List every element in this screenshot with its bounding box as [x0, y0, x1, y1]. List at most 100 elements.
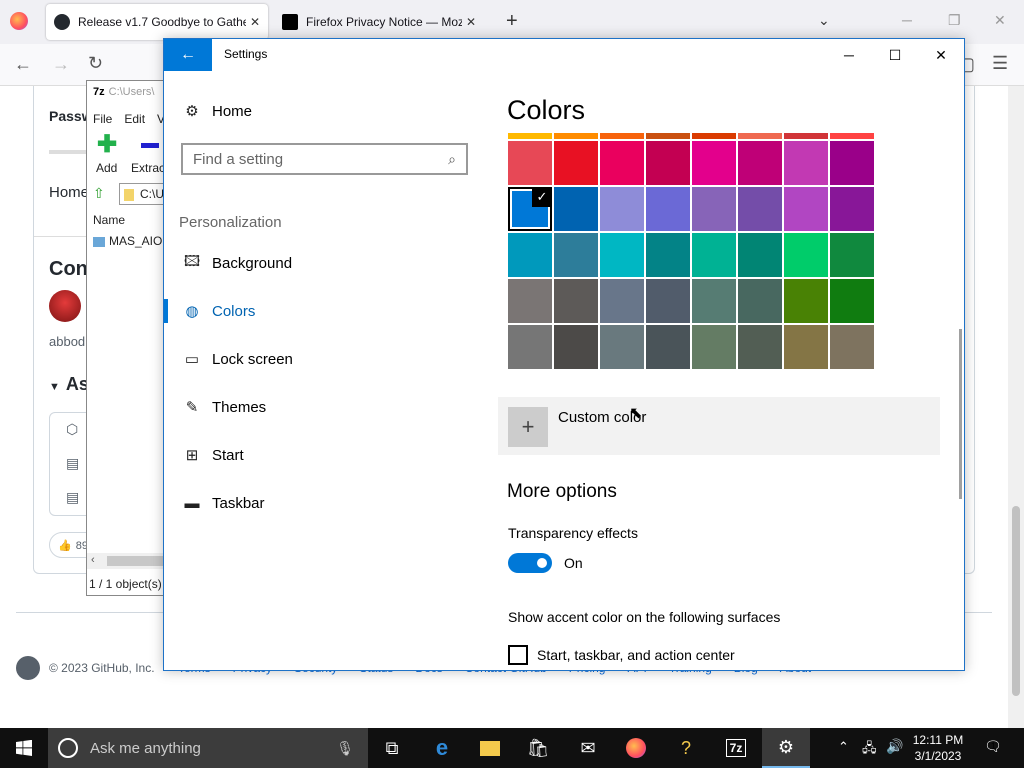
close-icon[interactable]: ✕ — [994, 12, 1006, 29]
page-scrollbar[interactable] — [1008, 86, 1024, 728]
color-swatch[interactable] — [646, 141, 690, 185]
color-swatch[interactable] — [646, 279, 690, 323]
horizontal-scrollbar[interactable]: ‹ — [87, 553, 165, 569]
back-icon[interactable]: ← — [14, 54, 32, 75]
cortana-search-box[interactable]: Ask me anything 🎙 — [48, 728, 368, 768]
7zip-button[interactable]: 7z — [712, 728, 760, 768]
close-tab-icon[interactable]: ✕ — [246, 15, 260, 29]
forward-icon[interactable]: → — [52, 54, 70, 75]
color-swatch[interactable] — [646, 233, 690, 277]
color-swatch[interactable] — [738, 279, 782, 323]
color-swatch[interactable] — [646, 133, 690, 139]
color-swatch[interactable] — [600, 141, 644, 185]
network-icon[interactable]: 🖧 — [862, 739, 877, 761]
nav-taskbar[interactable]: ▬ Taskbar — [164, 479, 464, 527]
color-swatch[interactable] — [830, 279, 874, 323]
volume-icon[interactable]: 🔊 — [886, 738, 903, 755]
start-button[interactable] — [0, 728, 48, 768]
color-swatch[interactable] — [692, 325, 736, 369]
color-swatch[interactable] — [692, 141, 736, 185]
color-swatch[interactable] — [784, 325, 828, 369]
color-swatch[interactable] — [738, 141, 782, 185]
color-swatch[interactable] — [692, 279, 736, 323]
color-swatch[interactable] — [692, 187, 736, 231]
7zip-address-bar[interactable]: C:\U — [119, 183, 169, 205]
search-input[interactable]: Find a setting ⌕ — [181, 143, 468, 175]
color-swatch[interactable] — [508, 133, 552, 139]
show-hidden-icons[interactable]: ⌃ — [838, 739, 849, 755]
color-swatch[interactable] — [554, 279, 598, 323]
color-swatch[interactable] — [600, 233, 644, 277]
nav-background[interactable]: 🖾 Background — [164, 239, 464, 287]
column-header-name[interactable]: Name — [93, 213, 125, 227]
color-swatch[interactable] — [738, 325, 782, 369]
username-fragment[interactable]: abbod — [49, 334, 85, 349]
assets-heading[interactable]: ▼ As — [49, 374, 89, 395]
color-swatch[interactable] — [554, 133, 598, 139]
color-swatch[interactable] — [600, 325, 644, 369]
nav-home[interactable]: ⚙ Home — [164, 87, 464, 135]
scrollbar-thumb[interactable] — [107, 556, 165, 566]
nav-themes[interactable]: ✎ Themes — [164, 383, 464, 431]
color-swatch[interactable] — [830, 187, 874, 231]
color-swatch[interactable] — [508, 325, 552, 369]
task-view-button[interactable]: ⧉ — [368, 728, 416, 768]
firefox-button[interactable] — [612, 728, 660, 768]
tab-github-release[interactable]: Release v1.7 Goodbye to Gathe ✕ — [46, 4, 268, 40]
menu-file[interactable]: File — [93, 112, 112, 126]
clock[interactable]: 12:11 PM 3/1/2023 — [908, 732, 968, 764]
firefox-icon[interactable] — [10, 12, 28, 30]
new-tab-button[interactable]: + — [506, 10, 518, 33]
color-swatch[interactable] — [692, 133, 736, 139]
color-swatch[interactable] — [600, 187, 644, 231]
file-explorer-button[interactable] — [466, 728, 514, 768]
color-swatch[interactable] — [784, 279, 828, 323]
tab-firefox-privacy[interactable]: Firefox Privacy Notice — Mozilla ✕ — [274, 4, 484, 40]
help-button[interactable]: ? — [662, 728, 710, 768]
edge-button[interactable]: e — [418, 728, 466, 768]
color-swatch[interactable]: ✓ — [508, 187, 552, 231]
color-swatch[interactable] — [738, 133, 782, 139]
scroll-left-icon[interactable]: ‹ — [91, 554, 95, 566]
action-center-button[interactable]: 🗨 1 — [984, 738, 1002, 755]
extract-icon[interactable] — [141, 143, 159, 148]
color-swatch[interactable] — [554, 325, 598, 369]
color-swatch[interactable] — [738, 233, 782, 277]
color-swatch[interactable] — [784, 233, 828, 277]
file-row[interactable]: MAS_AIO. — [93, 234, 166, 248]
reload-icon[interactable]: ↻ — [88, 53, 103, 74]
nav-colors[interactable]: ◍ Colors — [164, 287, 464, 335]
color-swatch[interactable] — [784, 141, 828, 185]
menu-edit[interactable]: Edit — [124, 112, 145, 126]
list-tabs-icon[interactable]: ⌄ — [818, 12, 830, 29]
color-swatch[interactable] — [784, 133, 828, 139]
color-swatch[interactable] — [830, 325, 874, 369]
microphone-icon[interactable]: 🎙 — [336, 740, 354, 757]
minimize-icon[interactable]: ─ — [902, 12, 912, 28]
color-swatch[interactable] — [508, 279, 552, 323]
color-swatch[interactable] — [600, 279, 644, 323]
color-swatch[interactable] — [830, 141, 874, 185]
color-swatch[interactable] — [830, 233, 874, 277]
github-logo-icon[interactable] — [16, 656, 40, 680]
back-button[interactable]: ← — [164, 39, 212, 71]
page-scrollbar-thumb[interactable] — [1012, 506, 1020, 696]
color-swatch[interactable] — [554, 233, 598, 277]
color-swatch[interactable] — [784, 187, 828, 231]
color-swatch[interactable] — [508, 141, 552, 185]
nav-lock-screen[interactable]: ▭ Lock screen — [164, 335, 464, 383]
color-swatch[interactable] — [692, 233, 736, 277]
close-tab-icon[interactable]: ✕ — [462, 15, 476, 29]
custom-color-button[interactable]: + Custom color — [498, 397, 940, 455]
color-swatch[interactable] — [554, 141, 598, 185]
color-swatch[interactable] — [646, 325, 690, 369]
start-taskbar-checkbox[interactable]: Start, taskbar, and action center — [508, 645, 735, 665]
add-button-label[interactable]: Add — [96, 161, 117, 175]
checkbox-box[interactable] — [508, 645, 528, 665]
transparency-toggle[interactable] — [508, 553, 552, 573]
nav-start[interactable]: ⊞ Start — [164, 431, 464, 479]
color-swatch[interactable] — [600, 133, 644, 139]
up-folder-icon[interactable]: ⇧ — [93, 185, 105, 202]
avatar[interactable] — [49, 290, 81, 322]
settings-scrollbar[interactable] — [959, 329, 962, 499]
